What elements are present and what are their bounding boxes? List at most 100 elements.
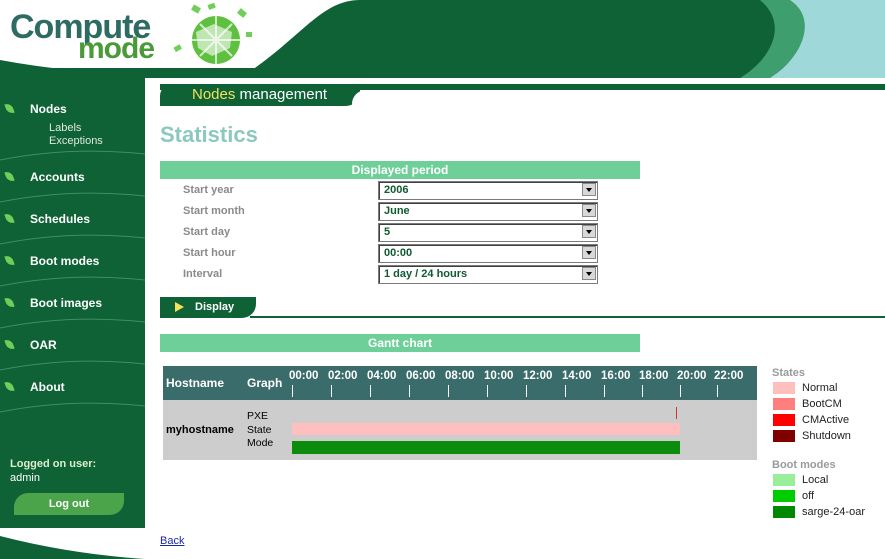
select-value: 00:00 [384,247,413,259]
play-icon [175,302,184,312]
chevron-down-icon[interactable] [582,183,596,196]
logo-text-mode: mode [78,32,155,65]
logged-on-user: admin [10,472,40,484]
hostname-column-header: Hostname [166,376,225,390]
leaf-icon [4,212,15,225]
sidebar-item-label[interactable]: Boot modes [30,254,99,268]
display-button[interactable]: Display [160,297,256,318]
display-rule [250,316,885,318]
sidebar-item-label[interactable]: Boot images [30,296,102,310]
state-row-label: State [247,424,272,436]
sidebar-bottom-curve [0,528,145,559]
legend-label-bootcm: BootCM [802,398,842,410]
legend-swatch-sarge-24-oar [773,506,795,518]
chevron-down-icon[interactable] [582,246,596,259]
select-value: June [384,205,410,217]
start-month-select[interactable]: June [378,202,598,221]
logout-button[interactable]: Log out [14,493,124,515]
graph-column-header: Graph [247,376,283,390]
legend-label-local: Local [802,474,829,486]
mode-bar-sarge-24-oar [292,441,680,454]
chevron-down-icon[interactable] [582,225,596,238]
sidebar-item-label[interactable]: OAR [30,338,57,352]
start-day-label: Start day [183,226,231,238]
hour-tick [292,385,293,397]
sidebar-item-label[interactable]: About [30,380,65,394]
hour-tick [565,385,566,397]
sidebar-item-label[interactable]: Nodes [30,102,67,116]
host-name-cell: myhostname [166,424,234,436]
displayed-period-header: Displayed period [160,161,640,179]
pxe-row-label: PXE [247,410,269,422]
legend-boot-modes-title: Boot modes [772,459,836,471]
sidebar-item-accounts[interactable]: Accounts [0,160,145,194]
pxe-event-mark [676,407,677,419]
leaf-icon [4,102,15,115]
section-heading-highlight: Nodes [192,86,236,103]
state-bar-normal [292,423,680,435]
globe-logo-icon [173,2,252,64]
sidebar-item-label[interactable]: Schedules [30,212,90,226]
select-value: 2006 [384,184,409,196]
hour-label: 02:00 [328,370,358,382]
legend-swatch-off [773,490,795,502]
chevron-down-icon[interactable] [582,267,596,280]
hour-tick [642,385,643,397]
hour-label: 18:00 [639,370,669,382]
chevron-down-icon[interactable] [582,204,596,217]
leaf-icon [4,338,15,351]
section-heading-rest: management [235,86,328,103]
hour-tick [448,385,449,397]
sidebar-item-label[interactable]: Accounts [30,170,85,184]
start-year-select[interactable]: 2006 [378,181,598,200]
sidebar-item-about[interactable]: About [0,370,145,404]
gantt-chart-header: Gantt chart [160,334,640,352]
hour-label: 22:00 [714,370,744,382]
hour-label: 20:00 [677,370,707,382]
legend-label-off: off [802,490,815,502]
legend-label-shutdown: Shutdown [802,430,851,442]
sidebar-item-boot-modes[interactable]: Boot modes [0,244,145,278]
start-hour-select[interactable]: 00:00 [378,244,598,263]
sidebar-item-schedules[interactable]: Schedules [0,202,145,236]
start-year-label: Start year [183,184,234,196]
sidebar-subitem-labels[interactable]: Labels [49,122,81,134]
hour-tick [526,385,527,397]
hour-tick [487,385,488,397]
hour-tick [604,385,605,397]
start-month-label: Start month [183,205,245,217]
sidebar-subitem-exceptions[interactable]: Exceptions [49,135,103,147]
sidebar-item-boot-images[interactable]: Boot images [0,286,145,320]
hour-tick [370,385,371,397]
select-value: 1 day / 24 hours [384,268,468,280]
hour-tick [331,385,332,397]
back-link[interactable]: Back [160,535,184,547]
hour-label: 00:00 [289,370,319,382]
display-button-label: Display [195,301,235,313]
hour-tick [717,385,718,397]
hour-label: 04:00 [367,370,397,382]
hour-label: 10:00 [484,370,514,382]
legend-label-normal: Normal [802,382,838,394]
legend-label-cmactive: CMActive [802,414,850,426]
legend-swatch-cmactive [773,414,795,426]
legend-swatch-local [773,474,795,486]
legend-swatch-shutdown [773,430,795,442]
sidebar-item-nodes[interactable]: Nodes [0,92,145,126]
mode-row-label: Mode [247,437,274,449]
hour-tick [409,385,410,397]
section-heading: Nodes management [192,86,327,103]
legend-swatch-normal [773,382,795,394]
hour-tick [680,385,681,397]
hour-label: 06:00 [406,370,436,382]
tab-rule-cutout [352,90,885,106]
hour-label: 12:00 [523,370,553,382]
leaf-icon [4,254,15,267]
select-value: 5 [384,226,391,238]
logged-on-label: Logged on user: [10,458,97,470]
start-hour-label: Start hour [183,247,236,259]
page-title: Statistics [160,122,258,147]
sidebar-item-oar[interactable]: OAR [0,328,145,362]
start-day-select[interactable]: 5 [378,223,598,242]
interval-select[interactable]: 1 day / 24 hours [378,265,598,284]
